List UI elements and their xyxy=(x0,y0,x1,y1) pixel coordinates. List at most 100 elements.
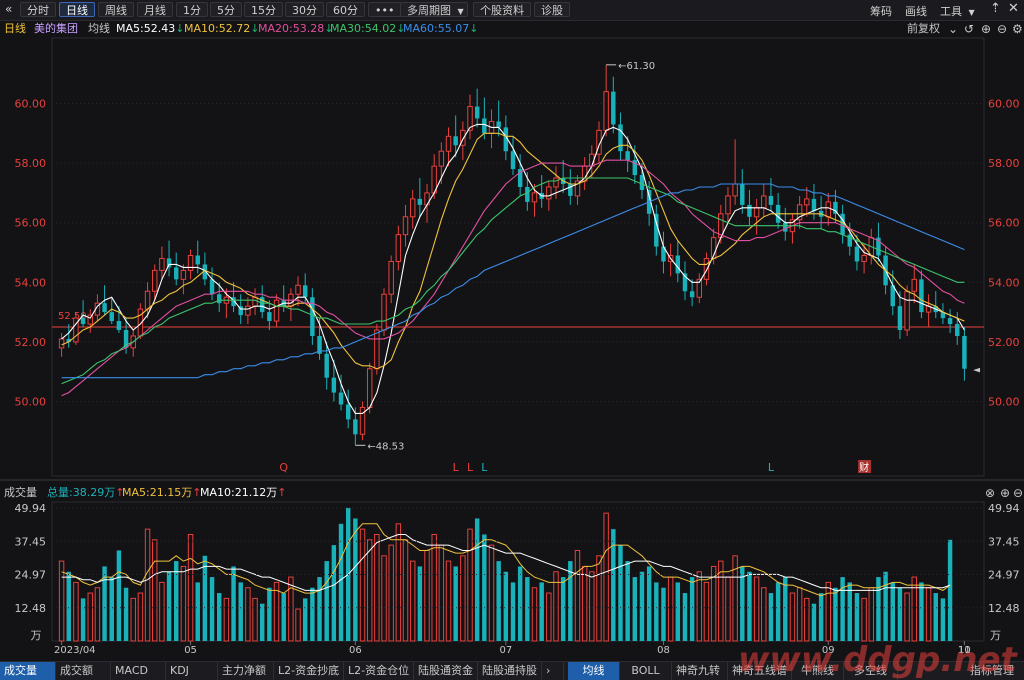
candle-body xyxy=(438,150,445,167)
event-marker: L xyxy=(453,461,460,474)
volume-tick-label-left: 37.45 xyxy=(15,535,47,548)
candle-body xyxy=(904,290,910,331)
volume-bar xyxy=(689,577,695,641)
volume-bar xyxy=(488,544,495,642)
volume-bar xyxy=(438,544,445,642)
candle-body xyxy=(753,207,760,218)
tab-l2-position[interactable]: L2-资金仓位 xyxy=(344,662,414,680)
tab-nine-turn[interactable]: 神奇九转 xyxy=(672,662,728,680)
volume-bar xyxy=(897,587,903,641)
volume-bar xyxy=(195,582,200,641)
volume-bar xyxy=(66,571,71,641)
candle-body xyxy=(897,306,903,330)
candle-body xyxy=(453,136,458,146)
volume-bar xyxy=(517,566,523,641)
volume-bar xyxy=(302,598,308,641)
candle-body xyxy=(482,118,487,134)
volume-bar xyxy=(409,560,416,642)
volume-bar xyxy=(295,608,301,642)
volume-bar xyxy=(868,587,874,642)
volume-ma10: MA10:21.12万↑ xyxy=(200,486,287,499)
candle-body xyxy=(725,195,731,215)
candle-body xyxy=(417,198,423,205)
volume-bar xyxy=(324,561,329,641)
volume-bar xyxy=(525,577,530,641)
volume-bar xyxy=(568,561,573,641)
volume-tick-label-left: 49.94 xyxy=(15,502,47,515)
candle-body xyxy=(166,258,172,268)
volume-tick-label-right: 24.97 xyxy=(988,569,1020,582)
volume-tick-label-left: 24.97 xyxy=(15,569,47,582)
candle-body xyxy=(381,293,387,331)
candle-body xyxy=(761,195,767,209)
x-tick-label: 07 xyxy=(499,645,512,656)
candle-body xyxy=(345,404,351,420)
candle-body xyxy=(58,338,65,349)
volume-bar xyxy=(109,577,114,641)
price-tick-label-right: 54.00 xyxy=(988,276,1020,289)
tab-l2-bottom[interactable]: L2-资金抄底 xyxy=(274,662,344,680)
candle-body xyxy=(525,186,530,202)
tab-main-net[interactable]: 主力净额 xyxy=(218,662,274,680)
watermark: www.ddgp.net xyxy=(738,640,1017,680)
volume-bar xyxy=(180,565,187,642)
volume-bar xyxy=(883,571,888,641)
volume-bar xyxy=(682,593,688,641)
volume-bar xyxy=(317,577,322,641)
candle-body xyxy=(102,303,107,313)
tab-hk-flow[interactable]: 陆股通资金 xyxy=(414,662,478,680)
candle-body xyxy=(374,329,380,370)
volume-bar xyxy=(825,581,831,642)
event-marker: L xyxy=(481,461,488,474)
candle-body xyxy=(187,255,194,271)
candle-body xyxy=(409,198,416,218)
volume-bar xyxy=(789,592,796,642)
close-icon[interactable]: ⊗ xyxy=(985,486,995,500)
candle-body xyxy=(825,201,831,218)
candle-body xyxy=(353,419,358,435)
volume-bar xyxy=(940,598,946,641)
tab-volume[interactable]: 成交量 xyxy=(0,662,56,680)
price-chart[interactable]: 50.00 50.00 52.00 52.00 54.00 54.00 56.00 56.00… xyxy=(0,0,1024,679)
candle-body xyxy=(395,234,402,262)
volume-bar xyxy=(381,555,387,642)
volume-bar xyxy=(231,566,236,641)
zoom-out-icon[interactable]: ⊖ xyxy=(1013,486,1023,500)
volume-bar xyxy=(482,534,487,641)
candle-body xyxy=(861,255,867,262)
chevron-right-icon[interactable]: › xyxy=(542,662,564,680)
volume-total: 总量:38.29万↑ xyxy=(47,486,125,499)
volume-bar xyxy=(453,566,458,641)
volume-ma5: MA5:21.15万↑ xyxy=(122,486,202,499)
volume-bar xyxy=(281,593,286,641)
tab-kdj[interactable]: KDJ xyxy=(166,662,218,680)
volume-bar xyxy=(503,571,509,641)
tab-turnover[interactable]: 成交额 xyxy=(56,662,111,680)
volume-bar xyxy=(632,577,638,641)
x-tick-label: 2023/04 xyxy=(54,645,96,656)
volume-bar xyxy=(818,593,824,641)
volume-bar xyxy=(753,576,760,642)
candle-body xyxy=(267,312,272,322)
tab-ma[interactable]: 均线 xyxy=(568,662,620,680)
candle-body xyxy=(639,175,645,190)
volume-title[interactable]: 成交量 xyxy=(4,486,37,500)
volume-bar xyxy=(267,587,272,641)
tab-macd[interactable]: MACD xyxy=(111,662,166,680)
volume-bar xyxy=(73,581,79,642)
candle-body xyxy=(531,192,538,203)
volume-bar xyxy=(417,566,423,641)
volume-bar xyxy=(654,582,659,641)
price-tick-label-left: 56.00 xyxy=(15,217,47,230)
tab-hk-holding[interactable]: 陆股通持股 xyxy=(478,662,542,680)
zoom-in-icon[interactable]: ⊕ xyxy=(1000,486,1010,500)
candle-body xyxy=(174,267,179,280)
volume-bar xyxy=(374,533,380,642)
volume-bar xyxy=(174,561,179,641)
candle-body xyxy=(783,222,788,232)
volume-bar xyxy=(725,576,731,642)
volume-bar xyxy=(338,523,344,641)
tab-boll[interactable]: BOLL xyxy=(620,662,672,680)
volume-bar xyxy=(539,582,544,641)
volume-bar xyxy=(252,597,258,642)
